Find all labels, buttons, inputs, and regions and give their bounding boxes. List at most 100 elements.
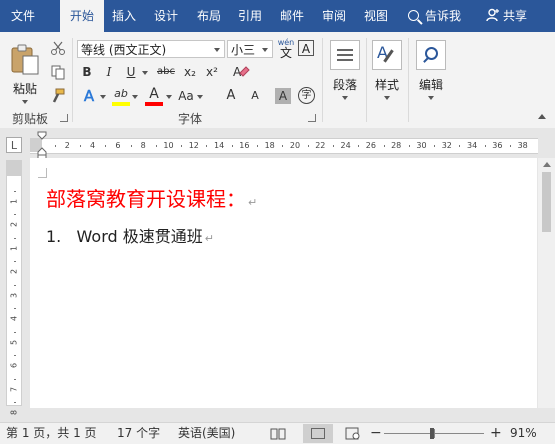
chevron-down-icon	[342, 96, 348, 100]
page-count[interactable]: 第 1 页，共 1 页	[6, 423, 97, 444]
ruler-tick	[383, 145, 385, 147]
clipboard-group-label: 剪贴板	[11, 112, 48, 126]
font-name-select[interactable]: 等线 (西文正文)	[77, 40, 225, 58]
ruler-number: 16	[239, 141, 250, 150]
tab-layout[interactable]: 布局	[189, 0, 229, 32]
tab-mailings[interactable]: 邮件	[272, 0, 312, 32]
margin-corner-mark	[38, 177, 46, 178]
document-heading[interactable]: 部落窝教育开设课程： ↵	[46, 186, 257, 216]
styles-label: 样式	[374, 78, 399, 92]
horizontal-ruler[interactable]: 2 4 6 8 10 12 14 16 18 20 22 24 26 28 30 32 34 36 38	[30, 138, 538, 154]
clear-formatting-icon[interactable]: A	[232, 64, 250, 80]
underline-button[interactable]: U	[122, 62, 140, 82]
ruler-number: 24	[340, 141, 351, 150]
grow-font-button[interactable]: A	[222, 86, 240, 106]
print-layout-button[interactable]	[303, 424, 333, 443]
vertical-ruler-tick	[14, 214, 16, 216]
shrink-font-button[interactable]: A	[246, 86, 264, 106]
paste-icon	[11, 44, 39, 75]
ruler-number: 14	[214, 141, 225, 150]
vertical-ruler-number: 1	[9, 198, 19, 204]
chevron-down-icon	[384, 96, 390, 100]
vertical-ruler-tick	[14, 355, 16, 357]
superscript-button[interactable]: x²	[202, 62, 222, 82]
scroll-up-arrow[interactable]	[543, 162, 551, 167]
font-group-label: 字体	[177, 112, 202, 126]
vertical-ruler-number: 1	[9, 245, 19, 251]
chevron-down-icon	[22, 100, 28, 104]
highlight-button[interactable]: ab	[112, 84, 130, 104]
zoom-out-button[interactable]: −	[370, 423, 382, 444]
ruler-tick	[79, 145, 81, 147]
tab-insert[interactable]: 插入	[104, 0, 144, 32]
ruler-tick	[105, 145, 107, 147]
copy-icon[interactable]	[50, 64, 66, 80]
vertical-ruler-number: 8	[9, 409, 19, 416]
italic-button[interactable]: I	[100, 62, 118, 82]
character-border-button[interactable]: A	[298, 40, 314, 56]
indent-markers[interactable]	[36, 131, 48, 161]
ruler-tick	[181, 145, 183, 147]
tab-design[interactable]: 设计	[146, 0, 186, 32]
read-mode-icon[interactable]	[270, 427, 286, 440]
vertical-ruler-number: 5	[9, 339, 19, 345]
bold-button[interactable]: B	[78, 62, 96, 82]
word-count[interactable]: 17 个字	[117, 423, 160, 444]
clipboard-launcher[interactable]	[60, 114, 68, 122]
margin-corner-mark	[46, 168, 47, 178]
ribbon-tab-bar: 文件 开始 插入 设计 布局 引用 邮件 审阅 视图 告诉我 共享	[0, 0, 555, 33]
status-bar: 第 1 页，共 1 页 17 个字 英语(美国) − + 91%	[0, 422, 555, 444]
font-color-button[interactable]: A	[145, 84, 163, 104]
cut-icon[interactable]	[50, 40, 66, 56]
editing-label: 编辑	[418, 78, 443, 92]
zoom-slider-thumb[interactable]	[430, 428, 434, 439]
ruler-tick	[434, 145, 436, 147]
tab-references[interactable]: 引用	[230, 0, 270, 32]
text-effects-button[interactable]: A	[80, 86, 98, 106]
phonetic-guide-button[interactable]: wén 文	[276, 38, 296, 60]
strikethrough-button[interactable]: abc	[154, 62, 178, 82]
language-status[interactable]: 英语(美国)	[178, 423, 235, 444]
change-case-button[interactable]: Aa	[176, 86, 196, 106]
vertical-ruler-tick	[14, 308, 16, 310]
subscript-button[interactable]: x₂	[180, 62, 200, 82]
styles-button[interactable]: A 样式	[370, 38, 404, 108]
chevron-down-icon	[428, 96, 434, 100]
format-painter-icon[interactable]	[50, 88, 66, 104]
phonetic-char: 文	[279, 46, 292, 60]
vertical-ruler[interactable]: 1 2 1 2 3 4 5 6 7 8	[6, 160, 22, 415]
paragraph-mark: ↵	[248, 196, 258, 209]
tab-view[interactable]: 视图	[356, 0, 396, 32]
scroll-thumb[interactable]	[542, 172, 551, 232]
vertical-ruler-number: 7	[9, 386, 19, 392]
chevron-down-icon	[262, 48, 268, 52]
font-name-value: 等线 (西文正文)	[81, 43, 167, 57]
vertical-ruler-number: 3	[9, 292, 19, 298]
tell-me-search[interactable]: 告诉我	[408, 0, 461, 32]
ruler-tick	[130, 145, 132, 147]
list-item[interactable]: 1. Word 极速贯通班 ↵	[46, 226, 214, 250]
highlight-color-bar	[112, 102, 130, 106]
paragraph-button[interactable]: 段落	[328, 38, 362, 108]
ruler-tick	[332, 145, 334, 147]
zoom-level[interactable]: 91%	[510, 423, 537, 444]
collapse-ribbon-button[interactable]	[538, 114, 546, 119]
editing-button[interactable]: 编辑	[414, 38, 448, 108]
font-launcher[interactable]	[308, 114, 316, 122]
tab-file[interactable]: 文件	[0, 0, 46, 32]
person-icon	[486, 8, 499, 22]
character-shading-button[interactable]: A	[275, 88, 291, 104]
ruler-number: 18	[264, 141, 275, 150]
web-layout-icon[interactable]	[345, 427, 361, 440]
styles-icon: A	[372, 40, 402, 70]
tab-home[interactable]: 开始	[60, 0, 104, 33]
zoom-in-button[interactable]: +	[490, 423, 502, 444]
tab-selector[interactable]: L	[6, 137, 22, 153]
vertical-ruler-tick	[14, 190, 16, 192]
tab-review[interactable]: 审阅	[314, 0, 354, 32]
font-size-select[interactable]: 小三	[227, 40, 273, 58]
share-button[interactable]: 共享	[486, 0, 527, 32]
enclose-characters-button[interactable]: 字	[298, 87, 315, 104]
paste-button[interactable]: 粘贴	[8, 40, 42, 108]
vertical-scrollbar[interactable]	[538, 158, 555, 408]
